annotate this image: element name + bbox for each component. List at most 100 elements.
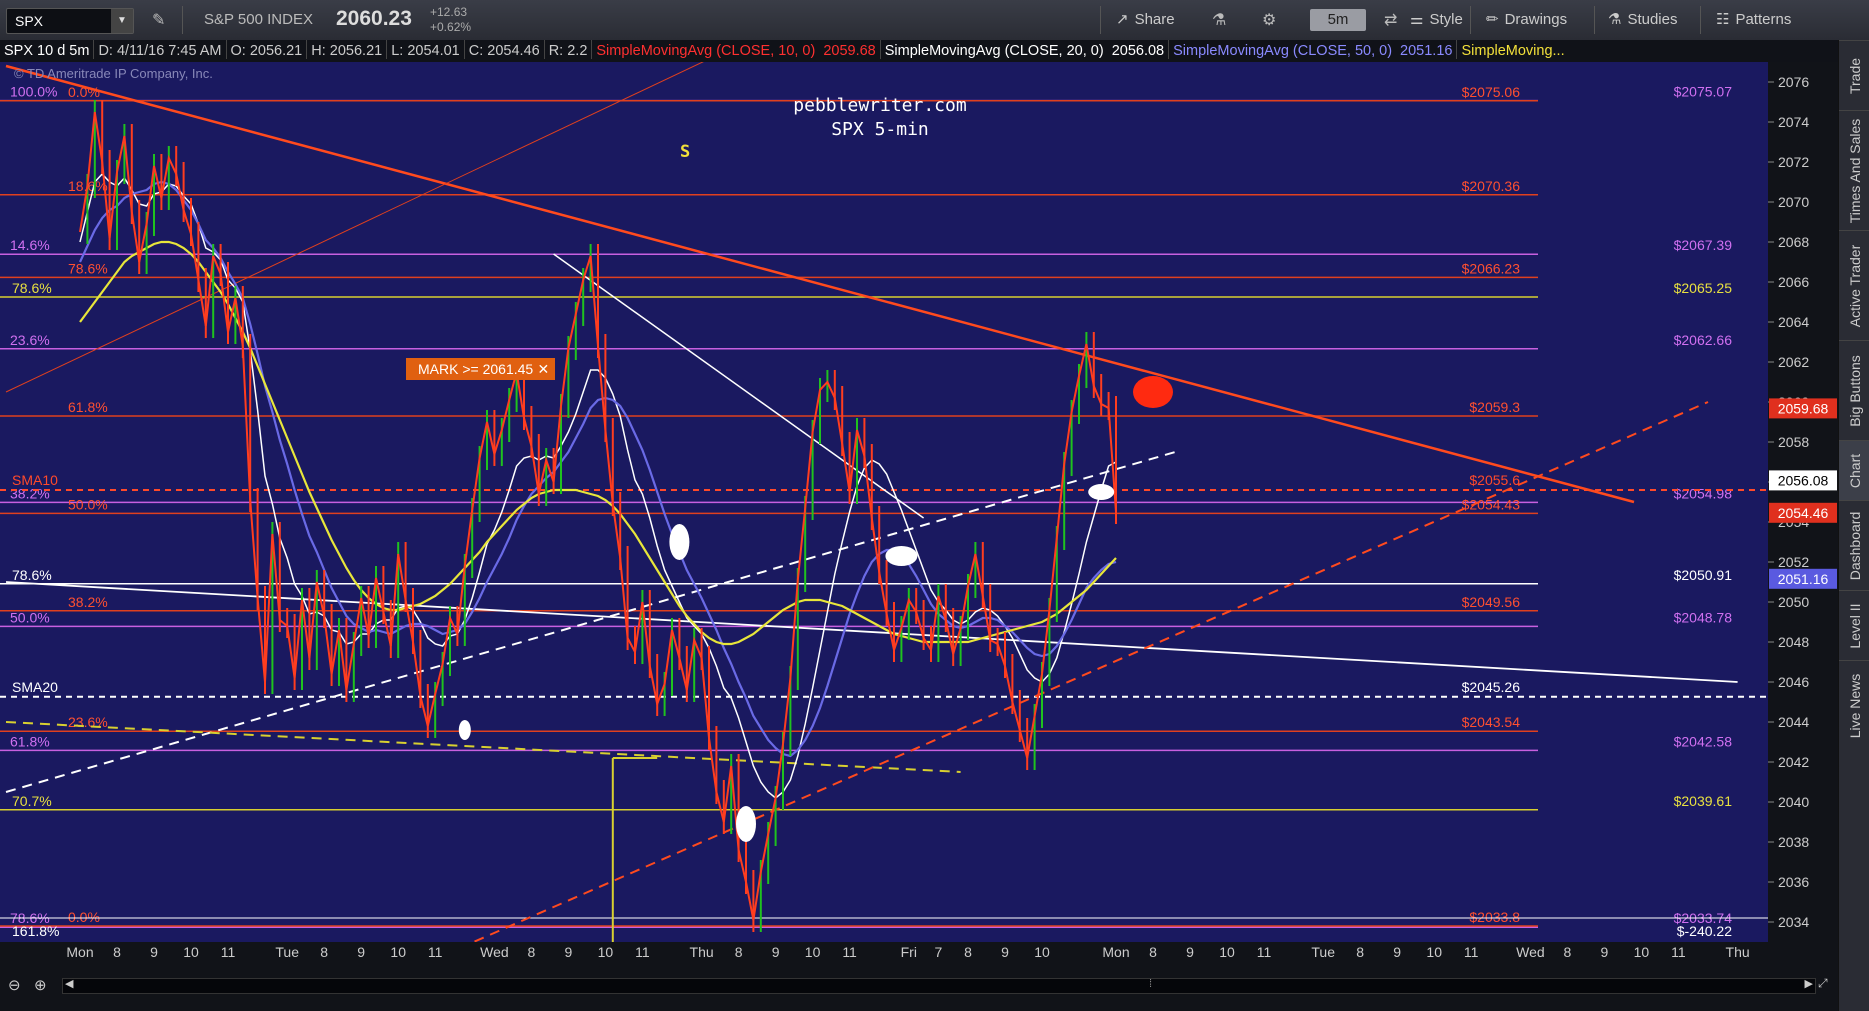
scroll-right-icon[interactable]: ▶ bbox=[1805, 977, 1813, 990]
y-tick-label: 2064 bbox=[1778, 314, 1809, 330]
scroll-left-icon[interactable]: ◀ bbox=[65, 977, 73, 990]
fib-red-level-label: 0.0% bbox=[68, 909, 100, 925]
style-label: Style bbox=[1429, 11, 1463, 28]
patterns-button[interactable]: ☷ Patterns bbox=[1716, 10, 1791, 28]
y-tick-label: 2074 bbox=[1778, 114, 1809, 130]
y-tick-label: 2068 bbox=[1778, 234, 1809, 250]
chart-subtitle: SPX 5-min bbox=[831, 119, 929, 140]
annotation-oval bbox=[736, 806, 756, 842]
price-axis[interactable]: 2076207420722070206820662064206220602058… bbox=[1768, 62, 1838, 942]
last-price: 2060.23 bbox=[336, 7, 412, 30]
drawings-label: Drawings bbox=[1504, 11, 1568, 28]
sma-ref-value: $2055.6 bbox=[1469, 472, 1520, 488]
sma50-value: 2051.16 bbox=[1396, 40, 1458, 59]
x-tick-label: Thu bbox=[690, 944, 714, 960]
x-tick-label: 9 bbox=[1001, 944, 1009, 960]
tab-big-buttons[interactable]: Big Buttons bbox=[1839, 340, 1869, 441]
x-tick-label: 10 bbox=[1219, 944, 1235, 960]
more-studies-label[interactable]: SimpleMoving... bbox=[1457, 40, 1568, 59]
patterns-label: Patterns bbox=[1735, 11, 1792, 28]
reset-view-icon[interactable]: ⤢ bbox=[1818, 976, 1828, 991]
target-dot bbox=[1133, 376, 1173, 408]
drawings-button[interactable]: ✏ Drawings bbox=[1486, 10, 1567, 28]
tab-dashboard[interactable]: Dashboard bbox=[1839, 500, 1869, 591]
x-tick-label: 11 bbox=[1671, 944, 1686, 960]
zoom-in-icon[interactable]: ⊕ bbox=[34, 976, 47, 994]
tab-label: Active Trader bbox=[1846, 244, 1863, 328]
x-tick-label: 9 bbox=[1186, 944, 1194, 960]
chevron-down-icon[interactable]: ▼ bbox=[111, 9, 133, 33]
change-percent: +0.62% bbox=[430, 20, 472, 34]
divider bbox=[182, 6, 183, 34]
x-tick-label: 8 bbox=[735, 944, 743, 960]
beaker-icon: ⚗ bbox=[1608, 11, 1622, 28]
flask-icon[interactable]: ⚗ bbox=[1212, 10, 1226, 30]
divider bbox=[1470, 6, 1471, 34]
close-icon[interactable]: ✕ bbox=[537, 358, 549, 380]
link-icon[interactable]: ⇄ bbox=[1384, 10, 1397, 30]
tab-trade[interactable]: Trade bbox=[1839, 40, 1869, 111]
copyright-text: © TD Ameritrade IP Company, Inc. bbox=[14, 66, 213, 81]
fib-yellow-level-value: $2039.61 bbox=[1674, 793, 1733, 809]
price-chart[interactable]: $2075.07 14.6% $2067.39 23.6% $2062.66 38.2% $… bbox=[0, 62, 1768, 942]
x-tick-label: 11 bbox=[635, 944, 650, 960]
fib-red-level-label: 38.2% bbox=[68, 594, 108, 610]
symbol-selector[interactable]: SPX ▼ bbox=[6, 8, 134, 34]
tab-chart[interactable]: Chart bbox=[1839, 440, 1869, 501]
tab-level-ii[interactable]: Level II bbox=[1839, 590, 1869, 661]
fib-top-label: 100.0% bbox=[10, 84, 57, 100]
y-tick-label: 2066 bbox=[1778, 274, 1809, 290]
sma-ref-value: $2045.26 bbox=[1462, 679, 1521, 695]
x-tick-label: 9 bbox=[772, 944, 780, 960]
price-line bbox=[79, 111, 1117, 921]
y-tick-label: 2052 bbox=[1778, 554, 1809, 570]
price-tag-value: 2056.08 bbox=[1778, 472, 1829, 488]
x-tick-label: 10 bbox=[390, 944, 406, 960]
scroll-grip-icon[interactable]: ⁞ bbox=[1149, 978, 1152, 990]
sma50-label[interactable]: SimpleMovingAvg (CLOSE, 50, 0) bbox=[1169, 40, 1396, 59]
x-tick-label: 9 bbox=[1601, 944, 1609, 960]
x-tick-label: Tue bbox=[1311, 944, 1335, 960]
scroll-track[interactable]: ◀ ⁞ ▶ bbox=[62, 978, 1816, 994]
price-tag-value: 2059.68 bbox=[1778, 400, 1829, 416]
tab-label: Dashboard bbox=[1846, 511, 1863, 581]
divider bbox=[1700, 6, 1701, 34]
zoom-out-icon[interactable]: ⊖ bbox=[8, 976, 21, 994]
y-tick-label: 2044 bbox=[1778, 714, 1809, 730]
tab-live-news[interactable]: Live News bbox=[1839, 660, 1869, 751]
studies-button[interactable]: ⚗ Studies bbox=[1608, 10, 1678, 28]
chart-title-block: pebblewriter.com SPX 5-min bbox=[760, 94, 1000, 142]
style-button[interactable]: ⚌ Style bbox=[1410, 10, 1463, 28]
share-button[interactable]: ↗ Share bbox=[1116, 10, 1175, 28]
pen-icon: ✏ bbox=[1486, 11, 1499, 28]
sma20-label[interactable]: SimpleMovingAvg (CLOSE, 20, 0) bbox=[881, 40, 1108, 59]
fib-magenta-level-value: $2075.07 bbox=[1674, 84, 1733, 100]
x-tick-label: 11 bbox=[1464, 944, 1479, 960]
time-axis[interactable]: Mon 8 9 10 11 Tue 8 9 10 11 Wed 8 9 10 11 Thu 8 9 10 11 Fri 7… bbox=[0, 942, 1816, 962]
bar-high: H: 2056.21 bbox=[307, 40, 388, 59]
x-tick-label: 9 bbox=[1393, 944, 1401, 960]
support-dashed-yellow bbox=[5, 721, 961, 773]
chart-canvas[interactable]: $2075.07 14.6% $2067.39 23.6% $2062.66 38.2% $… bbox=[0, 62, 1768, 942]
gear-icon[interactable]: ⚙ bbox=[1262, 10, 1276, 30]
x-tick-label: Tue bbox=[275, 944, 299, 960]
bar-range: R: 2.2 bbox=[545, 40, 593, 59]
mark-alert-badge[interactable]: MARK >= 2061.45 ✕ bbox=[406, 358, 556, 380]
price-axis-canvas: 2076207420722070206820662064206220602058… bbox=[1768, 74, 1837, 930]
sma10-label[interactable]: SimpleMovingAvg (CLOSE, 10, 0) bbox=[592, 40, 819, 59]
chart-scrollbar[interactable]: ⊖ ⊕ ◀ ⁞ ▶ ⤢ bbox=[0, 962, 1838, 1011]
x-tick-label: 9 bbox=[150, 944, 158, 960]
tab-active-trader[interactable]: Active Trader bbox=[1839, 230, 1869, 341]
sma20-value: 2056.08 bbox=[1108, 40, 1170, 59]
tab-times-and-sales[interactable]: Times And Sales bbox=[1839, 110, 1869, 231]
x-tick-label: 10 bbox=[1634, 944, 1650, 960]
y-tick-label: 2050 bbox=[1778, 594, 1809, 610]
timeframe-button[interactable]: 5m bbox=[1310, 9, 1366, 31]
pencil-icon[interactable]: ✎ bbox=[152, 10, 165, 30]
fib-red-level-label: 23.6% bbox=[68, 714, 108, 730]
fib-magenta-level-label: 50.0% bbox=[10, 609, 50, 625]
sma-ref-label: SMA10 bbox=[12, 472, 58, 488]
tab-label: Live News bbox=[1846, 673, 1863, 739]
side-panel-tabs: Trade Times And Sales Active Trader Big … bbox=[1838, 40, 1869, 1011]
y-tick-label: 2040 bbox=[1778, 794, 1809, 810]
